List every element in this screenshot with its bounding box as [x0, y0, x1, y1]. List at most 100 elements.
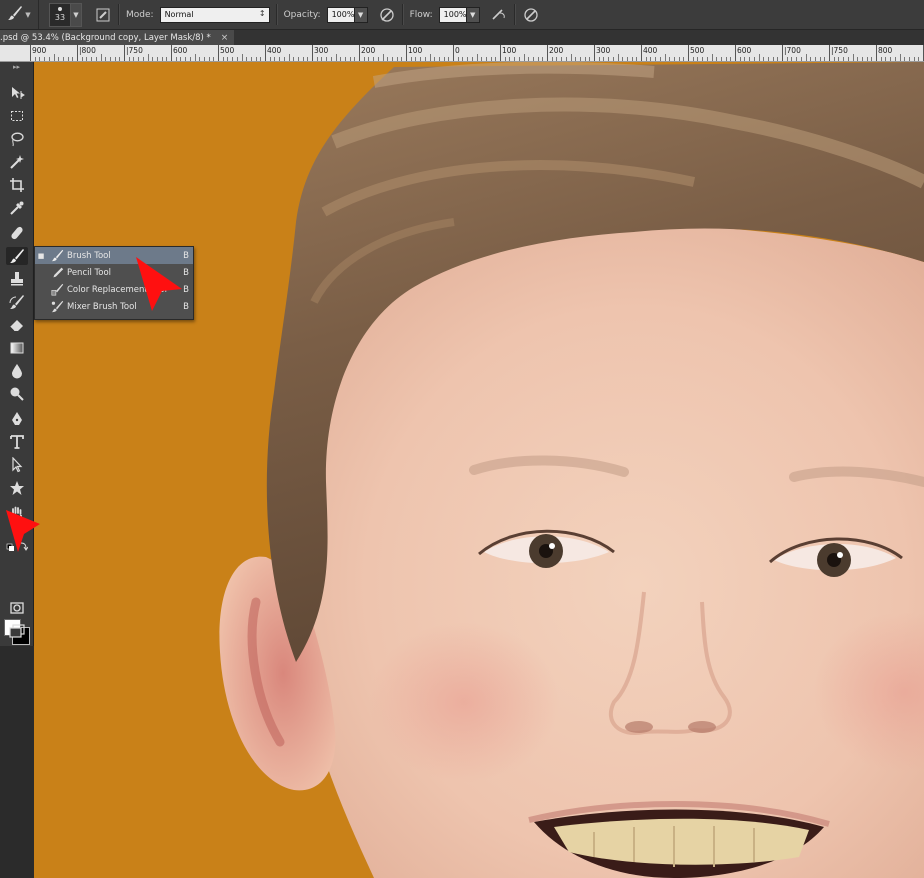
pressure-size-icon[interactable] — [522, 6, 540, 24]
ruler-minor-tick — [504, 57, 506, 61]
eyedropper-tool[interactable] — [6, 199, 28, 217]
pen-tool[interactable] — [6, 410, 28, 428]
ruler-minor-tick — [373, 57, 375, 61]
move-tool[interactable] — [6, 84, 28, 102]
ruler-minor-tick — [904, 57, 906, 61]
ruler-minor-tick — [227, 57, 229, 61]
ruler-minor-tick — [48, 57, 50, 61]
flyout-item-mixer-brush-tool[interactable]: Mixer Brush Tool B — [35, 298, 193, 315]
ruler-minor-tick — [796, 57, 798, 61]
mode-select[interactable]: Normal — [159, 6, 270, 23]
opacity-slider-toggle[interactable]: ▼ — [354, 6, 368, 23]
brush-panel-toggle-icon[interactable] — [94, 6, 112, 24]
ruler-minor-tick — [354, 57, 356, 61]
divider — [401, 4, 404, 25]
ruler-minor-tick — [913, 57, 915, 61]
airbrush-icon[interactable] — [490, 6, 508, 24]
ruler-minor-tick — [636, 57, 638, 61]
flyout-item-color-replacement-tool[interactable]: Color Replacement Tool B — [35, 281, 193, 298]
path-selection-tool[interactable] — [6, 456, 28, 474]
ruler-minor-tick — [767, 57, 769, 61]
ruler-minor-tick — [603, 57, 605, 61]
flow-slider-toggle[interactable]: ▼ — [466, 6, 480, 23]
brush-icon — [10, 249, 24, 263]
quick-mask-tool[interactable] — [6, 599, 28, 617]
ruler-minor-tick — [147, 54, 149, 61]
ruler-minor-tick — [692, 57, 694, 61]
screen-mode-icon — [9, 624, 25, 638]
type-tool[interactable] — [6, 433, 28, 451]
ruler-minor-tick — [128, 57, 130, 61]
path-selection-icon — [12, 457, 23, 473]
brush-picker-dropdown[interactable]: ▼ — [71, 2, 82, 27]
ruler-minor-tick — [819, 57, 821, 61]
toolbox: ▸▸ — [0, 62, 34, 646]
blur-tool[interactable] — [6, 362, 28, 380]
horizontal-ruler[interactable]: 900 |800 |750 600 500 400 300 200 100 0 100 200 300 4… — [0, 45, 924, 62]
flyout-item-pencil-tool[interactable]: Pencil Tool B — [35, 264, 193, 281]
history-brush-tool[interactable] — [6, 293, 28, 311]
marquee-tool[interactable] — [6, 107, 28, 125]
document-tab-bar: .psd @ 53.4% (Background copy, Layer Mas… — [0, 30, 924, 45]
default-colors-tool[interactable] — [6, 540, 28, 554]
tool-preset-picker[interactable]: ▼ — [0, 0, 39, 29]
ruler-minor-tick — [467, 57, 469, 61]
move-icon — [12, 87, 25, 99]
gradient-tool[interactable] — [6, 339, 28, 357]
opacity-input[interactable]: 100% — [326, 6, 355, 23]
flyout-item-brush-tool[interactable]: ■ Brush Tool B — [35, 247, 193, 264]
ruler-label: 100 — [502, 46, 517, 55]
ruler-minor-tick — [772, 57, 774, 61]
document-tab[interactable]: .psd @ 53.4% (Background copy, Layer Mas… — [0, 30, 235, 45]
ruler-minor-tick — [443, 57, 445, 61]
ruler-minor-tick — [434, 57, 436, 61]
ruler-minor-tick — [702, 57, 704, 61]
chevron-down-icon: ▼ — [25, 10, 31, 19]
clone-stamp-tool[interactable] — [6, 270, 28, 288]
ruler-label: |750 — [831, 46, 848, 55]
ruler-minor-tick — [457, 57, 459, 61]
pressure-opacity-icon[interactable] — [378, 6, 396, 24]
lasso-tool[interactable] — [6, 130, 28, 148]
pencil-icon — [47, 266, 67, 279]
magic-wand-tool[interactable] — [6, 153, 28, 171]
eraser-tool[interactable] — [6, 316, 28, 334]
brush-tool[interactable] — [6, 247, 28, 265]
ruler-label: 0 — [455, 46, 460, 55]
divider — [118, 4, 120, 25]
healing-brush-tool[interactable] — [6, 224, 28, 242]
flow-label: Flow: — [409, 9, 433, 20]
document-canvas[interactable] — [34, 62, 924, 878]
crop-tool[interactable] — [6, 176, 28, 194]
ruler-minor-tick — [485, 57, 487, 61]
ruler-minor-tick — [612, 57, 614, 61]
dodge-tool[interactable] — [6, 385, 28, 403]
close-icon[interactable]: × — [221, 33, 229, 43]
portrait-photo — [219, 62, 924, 878]
ruler-minor-tick — [34, 57, 36, 61]
ruler-minor-tick — [833, 57, 835, 61]
ruler-minor-tick — [274, 57, 276, 61]
toolbox-collapse-icon[interactable]: ▸▸ — [0, 62, 33, 72]
ruler-minor-tick — [908, 57, 910, 61]
ruler-minor-tick — [279, 57, 281, 61]
magic-wand-icon — [10, 155, 24, 169]
ruler-minor-tick — [344, 57, 346, 61]
shape-tool[interactable] — [6, 479, 28, 497]
brush-size-picker[interactable]: 33 — [49, 2, 71, 27]
flyout-item-label: Brush Tool — [67, 250, 111, 261]
eyedropper-icon — [10, 201, 24, 215]
screen-mode-tool[interactable] — [6, 622, 28, 640]
selected-bullet-icon: ■ — [37, 251, 45, 260]
flow-input[interactable]: 100% — [438, 6, 467, 23]
ruler-minor-tick — [91, 57, 93, 61]
ruler-minor-tick — [857, 57, 859, 61]
hand-tool[interactable] — [6, 504, 28, 522]
ruler-minor-tick — [542, 57, 544, 61]
ruler-minor-tick — [213, 57, 215, 61]
divider — [275, 4, 278, 25]
ruler-minor-tick — [302, 57, 304, 61]
shape-icon — [10, 481, 24, 495]
ruler-minor-tick — [777, 57, 779, 61]
ruler-minor-tick — [763, 57, 765, 61]
